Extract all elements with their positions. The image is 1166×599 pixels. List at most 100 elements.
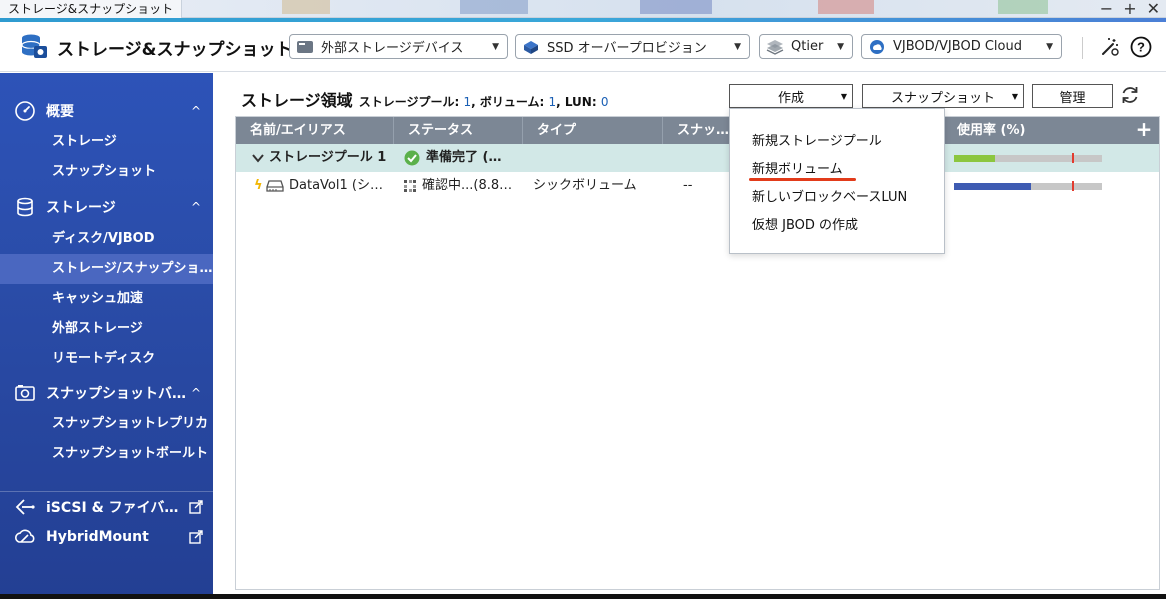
snapshot-backup-icon [15,385,35,401]
volume-name: DataVol1 (システム) [289,178,390,193]
pool-usage-bar [954,153,1102,163]
table-row-pool[interactable]: ストレージプール 1 準備完了 (同期中) [236,144,1159,172]
sidebar-item-external-storage[interactable]: 外部ストレージ [0,314,213,344]
add-column-button[interactable]: + [1129,117,1159,144]
chevron-up-icon: ^ [190,200,201,214]
table-row-volume[interactable]: ϟ DataVol1 (システム) 確認中...(8.8%) シックボリューム … [236,172,1159,200]
sidebar-item-overview-snapshot[interactable]: スナップショット [0,157,213,187]
menu-item-new-volume[interactable]: 新規ボリューム [752,158,843,177]
menu-item-new-block-lun[interactable]: 新しいブロックベースLUN [752,186,907,205]
sidebar-item-remote-disk[interactable]: リモートディスク [0,344,213,374]
background-thumbnail [460,0,528,14]
column-type[interactable]: タイプ [523,117,663,144]
chevron-down-icon: ▼ [734,41,741,52]
qtier-dropdown[interactable]: Qtier ▼ [759,34,853,59]
sidebar-item-storage-snapshots[interactable]: ストレージ/スナップショット [0,254,213,284]
external-storage-icon [297,40,313,53]
column-usage[interactable]: 使用率 (%) [943,117,1129,144]
sidebar-link-iscsi[interactable]: iSCSI & ファイバーチャネル [0,493,213,521]
vjbod-cloud-label: VJBOD/VJBOD Cloud [893,39,1022,54]
external-storage-devices-dropdown[interactable]: 外部ストレージデバイス ▼ [289,34,508,59]
storage-table: 名前/エイリアス ステータス タイプ スナップショット 使用率 (%) + スト… [235,116,1160,590]
minimize-button[interactable]: − [1100,1,1113,17]
create-dropdown-menu: 新規ストレージプール 新規ボリューム 新しいブロックベースLUN 仮想 JBOD… [729,108,945,254]
chevron-down-icon: ▼ [492,41,499,52]
background-thumbnail [998,0,1048,14]
snapshot-dropdown-button[interactable]: スナップショット ▼ [862,84,1024,108]
sidebar-section-snapshot-backup[interactable]: スナップショットバックアップ ^ [0,379,213,407]
sidebar-section-storage[interactable]: ストレージ ^ [0,193,213,221]
volume-usage-bar [954,181,1102,191]
volume-usage-threshold [1072,181,1075,191]
checking-icon [404,172,416,200]
sidebar-link-hybridmount[interactable]: HybridMount [0,523,213,551]
create-dropdown-button[interactable]: 作成 ▼ [729,84,853,108]
sidebar-item-snapshot-replica[interactable]: スナップショットレプリカ [0,409,213,439]
column-name[interactable]: 名前/エイリアス [236,117,394,144]
status-ok-icon [404,144,420,172]
create-label: 作成 [777,90,804,106]
menu-item-new-storage-pool[interactable]: 新規ストレージプール [752,130,882,149]
qtier-icon [766,39,784,55]
window-tab-title[interactable]: ストレージ&スナップショット [0,0,183,18]
external-link-icon [189,500,203,514]
pool-usage-fill [954,155,996,162]
window-controls: − + ✕ [1100,0,1160,18]
volume-status: 確認中...(8.8%) [422,178,516,193]
app-title: ストレージ&スナップショット [57,40,293,60]
vjbod-cloud-dropdown[interactable]: VJBOD/VJBOD Cloud ▼ [861,34,1062,59]
menu-item-create-virtual-jbod[interactable]: 仮想 JBOD の作成 [752,214,858,233]
chevron-down-icon: ▼ [840,91,847,101]
maximize-button[interactable]: + [1123,1,1136,17]
app-header: ストレージ&スナップショット 外部ストレージデバイス ▼ SSD オーバープロビ… [0,22,1166,72]
manage-button[interactable]: 管理 [1032,84,1113,108]
sidebar-link-label: HybridMount [46,529,149,545]
lightning-icon: ϟ [254,178,263,193]
volumes-count: 1 [548,95,557,109]
pool-status: 準備完了 (同期中) [426,150,514,165]
external-link-icon [189,530,203,544]
background-thumbnail [640,0,712,14]
sidebar-section-label: ストレージ [46,200,116,216]
pools-label: ストレージプール: [358,95,460,109]
window-title-bar: ストレージ&スナップショット − + ✕ [0,0,1166,18]
sidebar-section-label: スナップショットバックアップ [46,386,188,402]
help-icon[interactable]: ? [1130,36,1152,58]
highlight-underline [749,178,856,181]
external-storage-devices-label: 外部ストレージデバイス [321,41,464,56]
luns-count: 0 [600,95,609,109]
chevron-up-icon: ^ [190,104,201,118]
bottom-edge [0,594,1166,599]
refresh-icon[interactable] [1119,84,1141,106]
sidebar-section-overview[interactable]: 概要 ^ [0,97,213,125]
ssd-icon [524,40,538,54]
sidebar-item-snapshot-vault[interactable]: スナップショットボールト [0,439,213,469]
close-button[interactable]: ✕ [1147,1,1160,17]
header-separator [1082,37,1083,59]
volume-icon [266,172,284,200]
ssd-overprovisioning-dropdown[interactable]: SSD オーバープロビジョン ▼ [515,34,750,59]
page-title: ストレージ領域 [241,91,353,110]
vjbod-cloud-icon [870,39,884,54]
sidebar-item-overview-storage[interactable]: ストレージ [0,127,213,157]
chevron-down-icon: ▼ [837,41,844,52]
sidebar-section-label: 概要 [46,104,74,120]
main-content: ストレージ領域 ストレージプール: 1, ボリューム: 1, LUN: 0 作成 … [213,73,1166,599]
sidebar-item-disks-vjbod[interactable]: ディスク/VJBOD [0,224,213,254]
table-header: 名前/エイリアス ステータス タイプ スナップショット 使用率 (%) + [236,117,1159,144]
volumes-label: , ボリューム: [471,95,545,109]
pool-name: ストレージプール 1 [269,150,387,165]
snapshot-label: スナップショット [890,90,995,106]
qtier-label: Qtier [791,39,824,54]
wizard-icon[interactable] [1099,36,1121,58]
chevron-up-icon: ^ [190,386,201,400]
background-thumbnail [282,0,330,14]
sidebar: 概要 ^ ストレージ スナップショット ストレージ ^ ディスク/VJBOD ス… [0,73,213,599]
storage-icon [17,197,33,217]
column-status[interactable]: ステータス [394,117,523,144]
manage-label: 管理 [1059,90,1086,106]
ssd-overprovisioning-label: SSD オーバープロビジョン [547,41,707,56]
sidebar-item-cache-acceleration[interactable]: キャッシュ加速 [0,284,213,314]
expand-chevron-icon[interactable] [252,144,264,172]
sidebar-link-label: iSCSI & ファイバーチャネル [46,500,181,516]
